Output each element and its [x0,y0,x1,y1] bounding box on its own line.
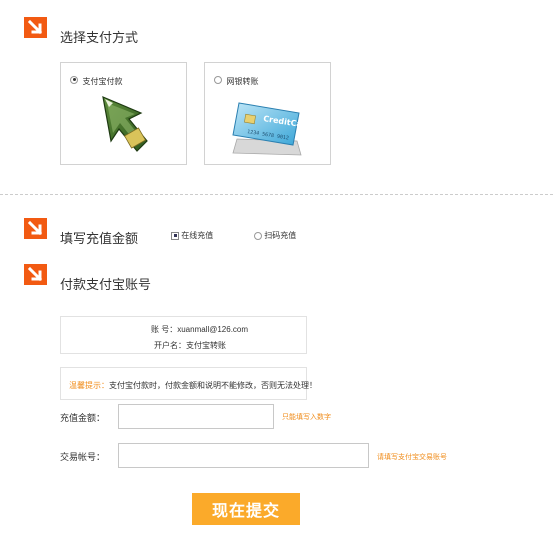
warning-tip-box: 温馨提示：支付宝付款时，付款金额和说明不能修改，否则无法处理！ [60,367,317,400]
account-line: 账 号：xuanmall@126.com [151,325,249,334]
section-title-recharge-amount: 填写充值金额 [60,231,139,246]
payment-method-label-alipay: 支付宝付款 [82,77,123,86]
alipay-arrow-icon [102,96,148,152]
transaction-account-input[interactable] [118,443,369,468]
amount-hint: 只能填写入数字 [282,414,331,421]
payment-method-label-bank: 网银转账 [226,77,259,86]
section-arrow-icon [24,17,47,38]
section-title-payer-account: 付款支付宝账号 [60,277,152,292]
radio-scan-recharge[interactable] [254,231,262,240]
section-divider [0,194,553,195]
amount-label: 充值金额： [60,413,106,423]
section-arrow-icon [24,218,47,239]
account-holder-line: 开户名：支付宝转账 [154,341,226,350]
radio-alipay[interactable] [70,75,78,84]
recharge-option-online[interactable]: 在线充值 [171,230,213,241]
recharge-option-scan[interactable]: 扫码充值 [254,230,296,241]
section-title-choose-method: 选择支付方式 [60,30,139,45]
credit-card-icon: CreditCard 1234 5678 9012 [232,102,307,156]
account-info-box: 账 号：xuanmall@126.com 开户名：支付宝转账 [60,316,307,354]
amount-input[interactable] [118,404,274,429]
section-arrow-icon [24,264,47,285]
tip-text: 支付宝付款时，付款金额和说明不能修改，否则无法处理！ [109,381,317,390]
account-hint: 请填写支付宝交易账号 [377,454,447,461]
submit-button[interactable]: 现在提交 [192,493,300,525]
payment-method-bank[interactable]: 网银转账 CreditCard 1234 5678 9012 [204,62,331,165]
tip-label: 温馨提示： [69,381,109,390]
recharge-option-label-online: 在线充值 [181,231,214,240]
account-label: 交易帐号： [60,452,106,462]
recharge-option-label-scan: 扫码充值 [264,231,297,240]
payment-method-alipay[interactable]: 支付宝付款 [60,62,187,165]
radio-online-recharge[interactable] [171,231,179,240]
radio-bank[interactable] [214,75,222,84]
